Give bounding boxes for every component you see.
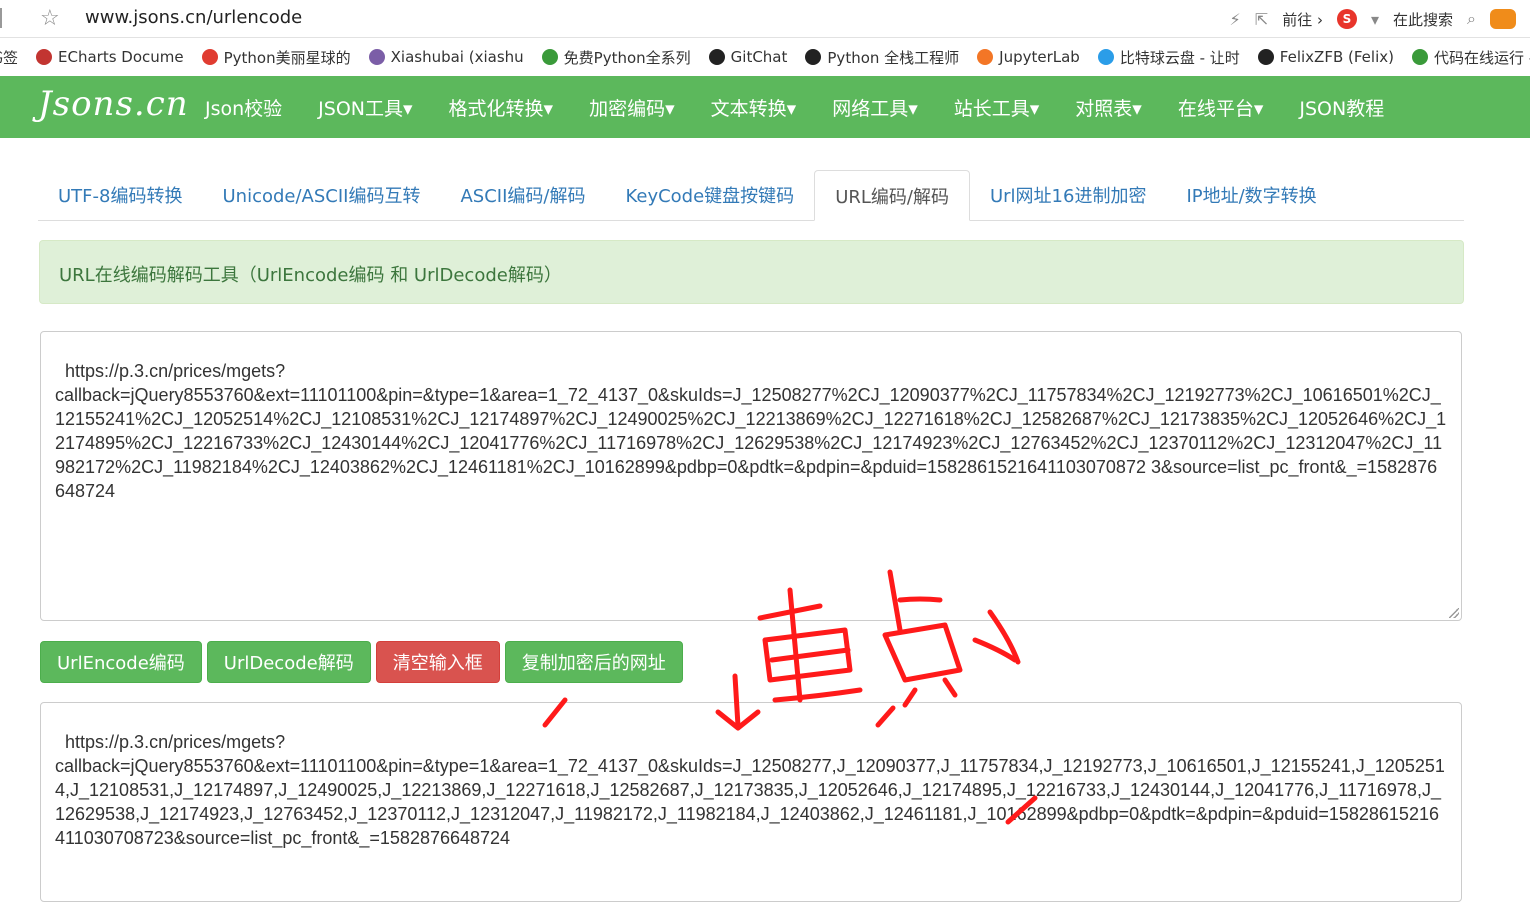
forward-label: 前往 (1282, 10, 1313, 29)
bookmark-label: FelixZFB (Felix) (1279, 48, 1394, 66)
bookmark-favicon-icon (201, 49, 218, 65)
tab-5[interactable]: Url网址16进制加密 (970, 170, 1166, 220)
output-text: https://p.3.cn/prices/mgets? callback=jQ… (55, 732, 1445, 848)
bookmark-label: JupyterLab (999, 48, 1080, 66)
tab-3[interactable]: KeyCode键盘按键码 (605, 170, 814, 220)
url-decode-button[interactable]: UrlDecode解码 (206, 641, 371, 683)
annotation-stroke (942, 677, 958, 698)
site-logo[interactable]: Jsons.cn (38, 84, 189, 124)
tab-0[interactable]: UTF-8编码转换 (38, 170, 202, 220)
search-label[interactable]: 在此搜索 (1393, 9, 1453, 30)
bookmark-label: 免费Python全系列 (563, 48, 691, 67)
bookmark-favicon-icon (708, 49, 725, 65)
bookmark-item[interactable]: Python美丽星球的 (201, 47, 351, 68)
bookmark-item[interactable]: GitChat (708, 48, 788, 66)
bookmark-label: 比特球云盘 - 让时 (1119, 48, 1240, 67)
nav-item[interactable]: Json校验 (205, 76, 300, 138)
bookmark-label: Xiashubai (xiashu (390, 48, 524, 66)
url-encode-button[interactable]: UrlEncode编码 (40, 641, 202, 683)
bookmark-favicon-icon (1257, 49, 1274, 65)
bookmark-item[interactable]: JupyterLab (977, 48, 1080, 66)
nav-item[interactable]: 网络工具▾ (814, 76, 936, 138)
tab-2[interactable]: ASCII编码/解码 (440, 170, 605, 220)
search-engine-dropdown-icon[interactable]: ▾ (1371, 10, 1379, 29)
nav-item[interactable]: 在线平台▾ (1160, 76, 1282, 138)
bookmark-favicon-icon (1411, 49, 1428, 65)
nav-item[interactable]: 格式化转换▾ (431, 76, 572, 138)
share-icon[interactable]: ⇱ (1255, 10, 1268, 29)
browser-address-bar: ☆ www.jsons.cn/urlencode ⚡ ⇱ 前往 › S ▾ 在此… (0, 0, 1530, 38)
input-text: https://p.3.cn/prices/mgets? callback=jQ… (55, 361, 1447, 501)
bookmark-item[interactable]: 比特球云盘 - 让时 (1097, 47, 1240, 68)
annotation-stroke (772, 687, 863, 703)
bookmark-favicon-icon (368, 49, 385, 65)
forward-button[interactable]: 前往 › (1282, 9, 1323, 30)
bookmark-star-icon[interactable]: ☆ (40, 6, 60, 31)
tab-1[interactable]: Unicode/ASCII编码互转 (202, 170, 440, 220)
tab-6[interactable]: IP地址/数字转换 (1166, 170, 1336, 220)
back-icon[interactable] (0, 8, 2, 28)
annotation-stroke (972, 637, 1018, 663)
search-icon[interactable]: ⌕ (1467, 9, 1476, 29)
bookmark-label: ECharts Docume (58, 48, 184, 66)
bookmark-favicon-icon (977, 49, 994, 65)
bookmark-label: Python美丽星球的 (223, 48, 351, 67)
annotation-stroke (762, 627, 853, 683)
lightning-icon[interactable]: ⚡ (1230, 10, 1241, 29)
bookmark-item[interactable]: FelixZFB (Felix) (1257, 48, 1394, 66)
sogou-icon[interactable]: S (1336, 9, 1357, 29)
nav-item[interactable]: JSON工具▾ (300, 76, 430, 138)
bookmark-favicon-icon (36, 49, 53, 65)
bookmark-label: Python 全栈工程师 (827, 48, 960, 67)
bookmark-favicon-icon (541, 49, 558, 65)
bookmark-label: 代码在线运行 - 在 (1433, 48, 1530, 67)
clear-input-button[interactable]: 清空输入框 (375, 641, 500, 683)
tool-tabs: UTF-8编码转换 Unicode/ASCII编码互转 ASCII编码/解码 KeyC… (38, 170, 1464, 221)
nav-item[interactable]: 对照表▾ (1057, 76, 1160, 138)
bookmark-item[interactable]: 免费Python全系列 (541, 47, 691, 68)
site-navbar: Jsons.cn Json校验 JSON工具▾ 格式化转换▾ 加密编码▾ 文本转换▾ 网络… (0, 76, 1530, 138)
tool-description-alert: URL在线编码解码工具（UrlEncode编码 和 UrlDecode解码） (39, 240, 1464, 304)
nav-item[interactable]: JSON教程 (1281, 76, 1402, 138)
bookmark-favicon-icon (1097, 49, 1114, 65)
bookmark-item[interactable]: 代码在线运行 - 在 (1411, 47, 1530, 68)
bookmark-label: 书签 (0, 48, 19, 67)
bookmark-favicon-icon (805, 49, 822, 65)
nav-item[interactable]: 文本转换▾ (693, 76, 815, 138)
resize-handle[interactable] (1449, 608, 1459, 618)
copy-result-button[interactable]: 复制加密后的网址 (504, 641, 683, 683)
bookmark-item[interactable]: Xiashubai (xiashu (368, 48, 524, 66)
nav-item[interactable]: 加密编码▾ (571, 76, 693, 138)
output-textarea[interactable]: https://p.3.cn/prices/mgets? callback=jQ… (40, 702, 1462, 902)
bookmark-label: GitChat (730, 48, 788, 66)
bookmark-item[interactable]: Python 全栈工程师 (805, 47, 959, 68)
game-icon[interactable] (1490, 9, 1516, 29)
input-textarea[interactable]: https://p.3.cn/prices/mgets? callback=jQ… (40, 331, 1462, 621)
tab-4[interactable]: URL编码/解码 (814, 170, 970, 221)
bookmarks-bar: 书签 ECharts Docume Python美丽星球的 Xiashubai (xi… (0, 38, 1530, 76)
action-buttons: UrlEncode编码 UrlDecode解码 清空输入框 复制加密后的网址 (40, 641, 683, 683)
annotation-stroke (882, 622, 963, 683)
annotation-stroke (769, 647, 851, 663)
address-url[interactable]: www.jsons.cn/urlencode (85, 7, 302, 28)
browser-toolbar-right: ⚡ ⇱ 前往 › S ▾ 在此搜索 ⌕ (1230, 0, 1530, 38)
bookmark-item[interactable]: ECharts Docume (36, 48, 184, 66)
nav-item[interactable]: 站长工具▾ (936, 76, 1058, 138)
bookmark-item[interactable]: 书签 (0, 47, 18, 68)
nav-menu: Json校验 JSON工具▾ 格式化转换▾ 加密编码▾ 文本转换▾ 网络工具▾ 站长工具▾ 对… (205, 76, 1402, 138)
